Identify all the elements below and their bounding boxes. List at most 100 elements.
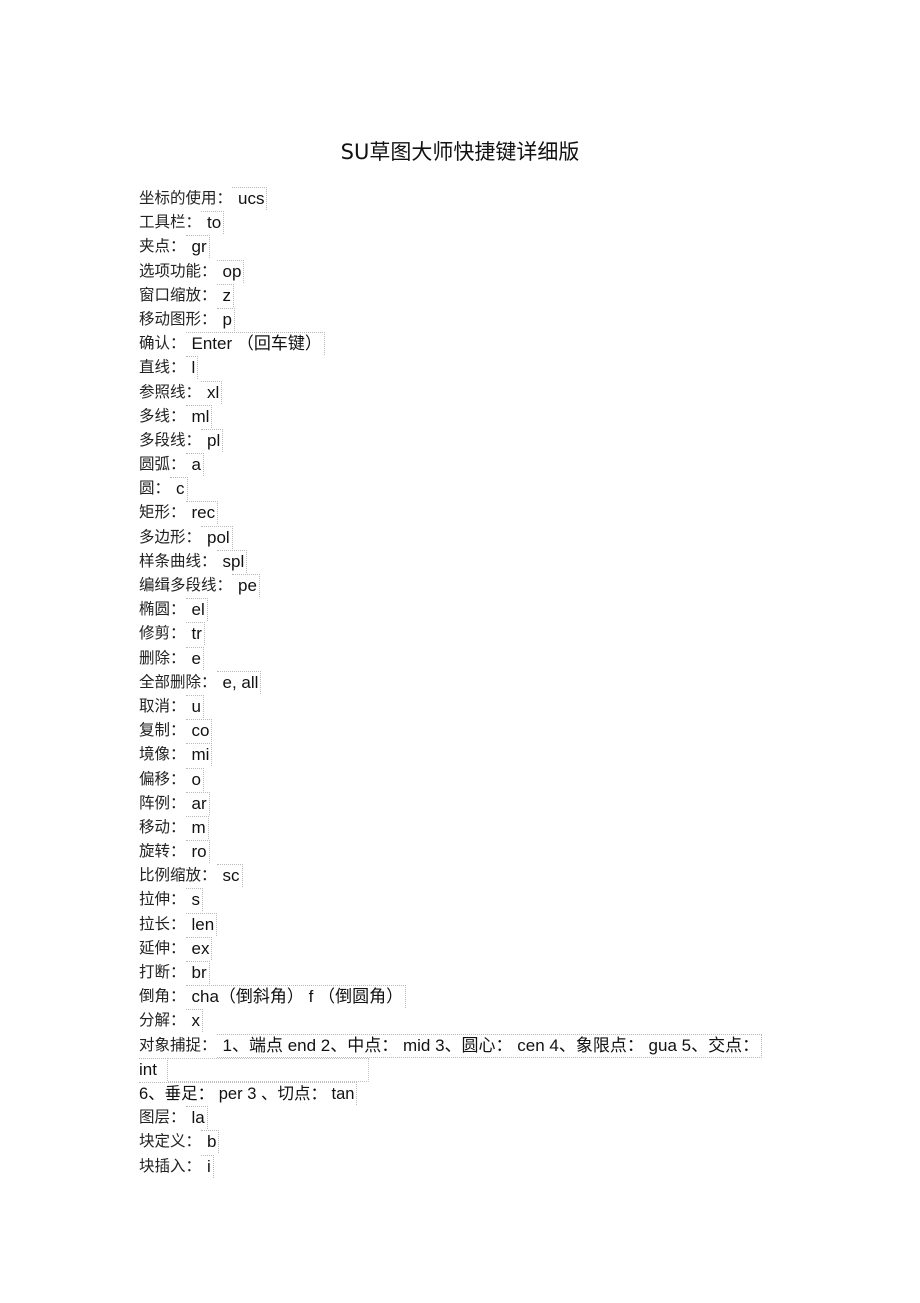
shortcut-key: cha（倒斜角） f （倒圆角）	[185, 985, 407, 1009]
shortcut-label: 矩形：	[139, 503, 186, 522]
object-snap-perpendicular-tangent: 6、垂足： per 3 、切点： tan	[139, 1081, 358, 1105]
shortcut-key: gr	[185, 235, 210, 259]
shortcut-label: 延伸：	[139, 938, 186, 957]
shortcut-label: 直线：	[139, 358, 186, 377]
shortcut-list: 坐标的使用： ucs 工具栏： to 夹点： gr 选项功能： op 窗口缩放： z 移动…	[139, 186, 799, 1178]
shortcut-key: el	[185, 598, 208, 622]
shortcut-row-ucs: 坐标的使用： ucs	[139, 186, 799, 210]
shortcut-label: 多段线：	[139, 430, 202, 449]
shortcut-row-offset: 偏移： o	[139, 767, 799, 791]
shortcut-key: spl	[216, 549, 248, 573]
shortcut-row-copy: 复制： co	[139, 718, 799, 743]
shortcut-label: 确认：	[139, 334, 186, 353]
shortcut-row-extend: 延伸： ex	[139, 936, 799, 960]
text-box-outline	[167, 1057, 369, 1082]
shortcut-row-erase: 删除： e	[139, 646, 799, 670]
object-snap-line3: 6、垂足： per 3 、切点： tan	[139, 1081, 799, 1105]
shortcut-key: c	[170, 477, 188, 501]
shortcut-row-erase-all: 全部删除： e, all	[139, 670, 799, 694]
shortcut-key: pl	[201, 428, 224, 452]
shortcut-key: br	[185, 961, 210, 984]
object-snap-int: int	[139, 1057, 168, 1081]
shortcut-row-zoom: 窗口缩放： z	[139, 283, 799, 307]
shortcut-key: a	[185, 453, 204, 477]
object-snap-row: 对象捕捉： 1、端点 end 2、中点： mid 3、圆心： cen 4、象限点：…	[139, 1033, 799, 1058]
shortcut-key: co	[185, 719, 213, 743]
shortcut-row-layer: 图层： la	[139, 1105, 799, 1130]
shortcut-label: 阵例：	[139, 793, 186, 812]
shortcut-label: 圆：	[139, 479, 171, 498]
shortcut-label: 拉伸：	[139, 890, 186, 909]
shortcut-key: i	[201, 1154, 214, 1178]
shortcut-row-stretch: 拉伸： s	[139, 887, 799, 912]
shortcut-label: 块插入：	[139, 1156, 202, 1175]
shortcut-row-rotate: 旋转： ro	[139, 839, 799, 864]
shortcut-row-options: 选项功能： op	[139, 259, 799, 283]
shortcut-key: o	[185, 767, 204, 791]
shortcut-key: pol	[201, 525, 233, 549]
shortcut-key: ucs	[232, 187, 268, 210]
shortcut-key: ar	[185, 791, 210, 815]
object-snap-label: 对象捕捉：	[139, 1035, 217, 1054]
shortcut-row-rectangle: 矩形： rec	[139, 500, 799, 525]
shortcut-key: sc	[216, 864, 243, 888]
shortcut-key: ex	[185, 936, 213, 960]
shortcut-row-confirm: 确认： Enter （回车键）	[139, 331, 799, 356]
shortcut-label: 打断：	[139, 963, 186, 981]
shortcut-row-xline: 参照线： xl	[139, 380, 799, 404]
object-snap-continuation: int	[139, 1057, 799, 1082]
shortcut-label: 夹点：	[139, 237, 186, 256]
shortcut-label: 删除：	[139, 648, 186, 667]
shortcut-label: 移动：	[139, 817, 186, 836]
shortcut-row-scale: 比例缩放： sc	[139, 863, 799, 888]
shortcut-label: 工具栏：	[139, 213, 202, 232]
shortcut-label: 窗口缩放：	[139, 285, 217, 304]
shortcut-row-toolbar: 工具栏： to	[139, 210, 799, 235]
shortcut-label: 多边形：	[139, 527, 202, 546]
shortcut-row-arc: 圆弧： a	[139, 452, 799, 477]
shortcut-row-mirror: 境像： mi	[139, 742, 799, 767]
shortcut-key: l	[185, 356, 199, 380]
shortcut-label: 倒角：	[139, 987, 186, 1006]
shortcut-row-pedit: 编缉多段线： pe	[139, 573, 799, 597]
shortcut-row-explode: 分解： x	[139, 1008, 799, 1033]
shortcut-label: 旋转：	[139, 842, 186, 861]
shortcut-key: b	[201, 1130, 220, 1154]
shortcut-row-polygon: 多边形： pol	[139, 525, 799, 549]
shortcut-key: pe	[232, 574, 260, 597]
shortcut-row-ellipse: 椭圆： el	[139, 597, 799, 622]
shortcut-label: 分解：	[139, 1011, 186, 1030]
shortcut-row-block-define: 块定义： b	[139, 1129, 799, 1154]
shortcut-label: 境像：	[139, 745, 186, 764]
shortcut-key: m	[185, 815, 209, 839]
shortcut-row-grip: 夹点： gr	[139, 234, 799, 259]
shortcut-row-lengthen: 拉长： len	[139, 912, 799, 936]
shortcut-label: 样条曲线：	[139, 551, 217, 570]
shortcut-key: mi	[185, 743, 213, 767]
shortcut-row-circle: 圆： c	[139, 476, 799, 501]
shortcut-row-array: 阵例： ar	[139, 791, 799, 815]
shortcut-label: 椭圆：	[139, 600, 186, 619]
shortcut-label: 比例缩放：	[139, 866, 217, 885]
shortcut-row-move: 移动： m	[139, 815, 799, 839]
shortcut-label: 全部删除：	[139, 672, 217, 691]
shortcut-key: e, all	[216, 670, 262, 694]
shortcut-label: 参照线：	[139, 382, 202, 401]
shortcut-label: 取消：	[139, 696, 186, 715]
shortcut-row-block-insert: 块插入： i	[139, 1154, 799, 1178]
shortcut-key: z	[216, 283, 235, 307]
shortcut-row-trim: 修剪： tr	[139, 621, 799, 646]
page-title: SU草图大师快捷键详细版	[340, 140, 580, 164]
shortcut-label: 移动图形：	[139, 309, 217, 328]
shortcut-row-chamfer: 倒角： cha（倒斜角） f （倒圆角）	[139, 984, 799, 1009]
shortcut-key: Enter （回车键）	[185, 332, 325, 356]
shortcut-label: 偏移：	[139, 769, 186, 788]
shortcut-row-pan: 移动图形： p	[139, 307, 799, 331]
shortcut-label: 选项功能：	[139, 261, 217, 280]
shortcut-key: la	[185, 1106, 208, 1130]
shortcut-key: ml	[185, 404, 213, 428]
shortcut-row-mline: 多线： ml	[139, 404, 799, 428]
shortcut-label: 圆弧：	[139, 455, 186, 474]
shortcut-label: 修剪：	[139, 624, 186, 643]
shortcut-key: x	[185, 1009, 204, 1033]
